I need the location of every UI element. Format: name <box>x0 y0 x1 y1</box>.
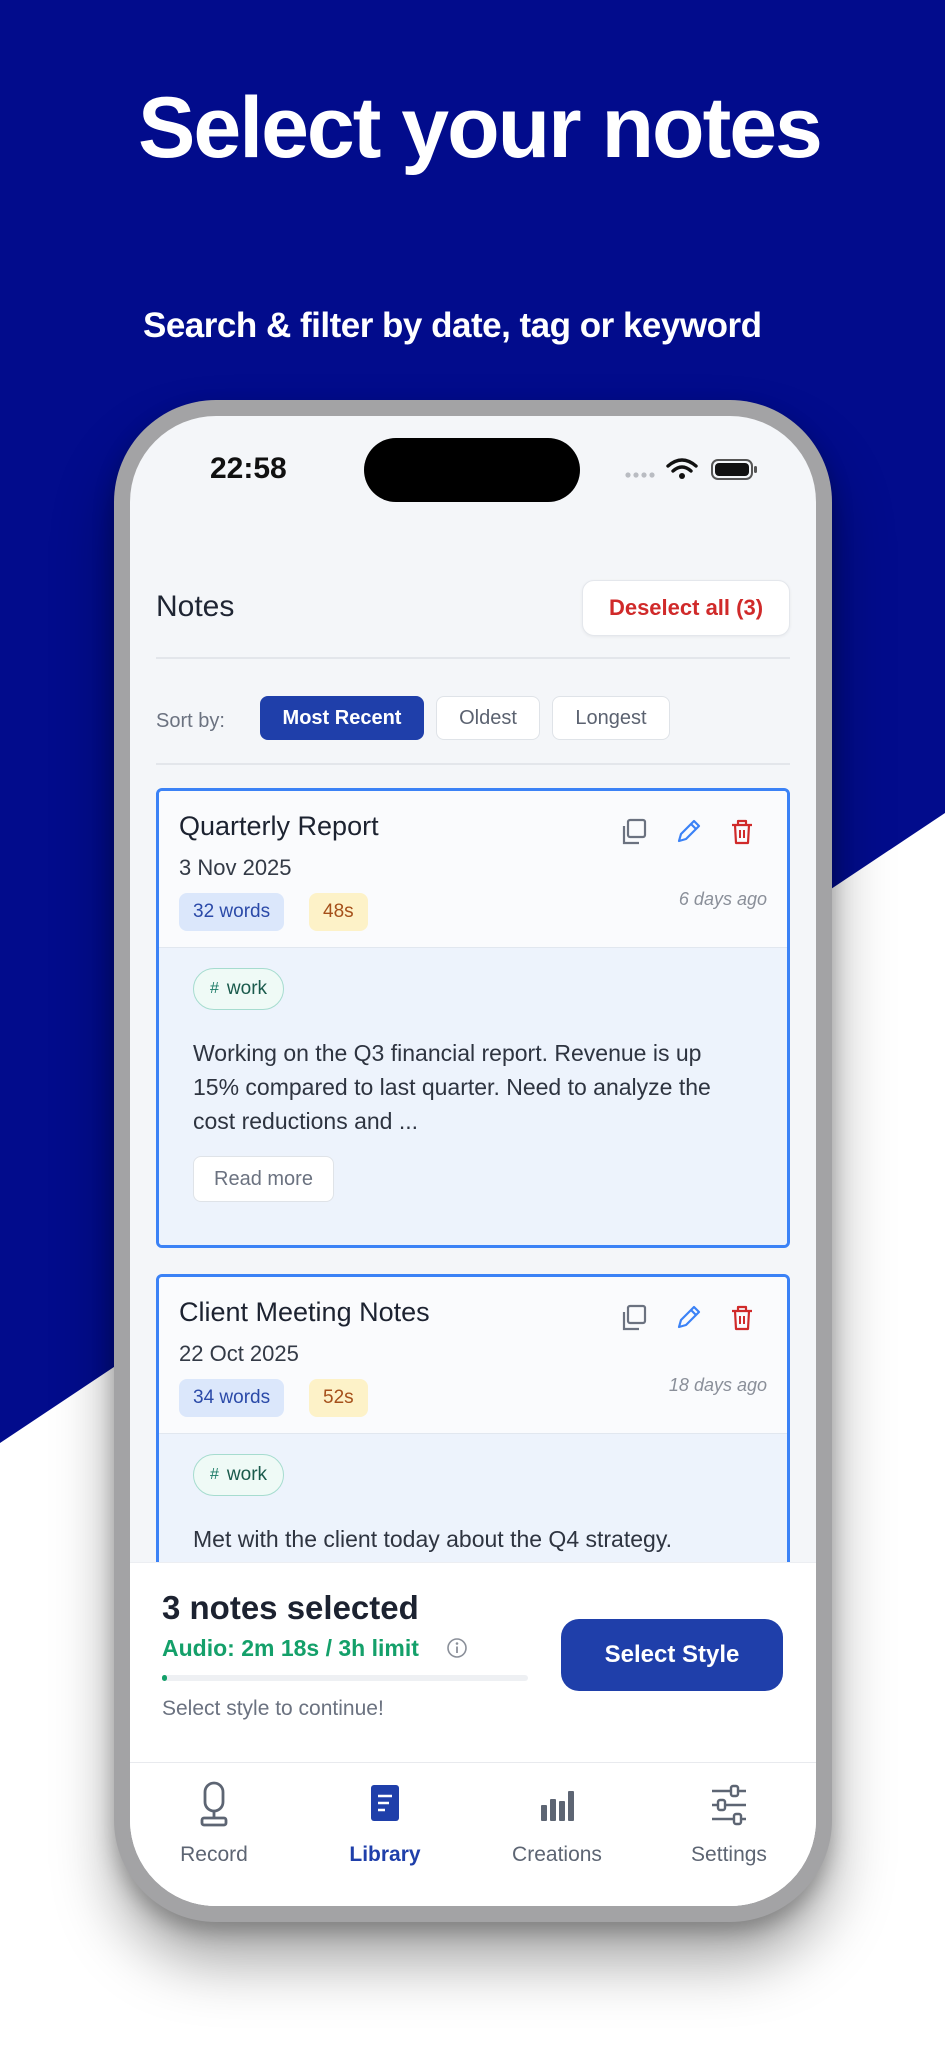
note-age: 18 days ago <box>668 1375 767 1395</box>
sliders-icon <box>712 1784 746 1826</box>
note-card-header: Quarterly Report 3 Nov 2025 32 words 48s… <box>159 791 787 947</box>
tab-label: Library <box>349 1843 421 1866</box>
bar-chart-icon <box>541 1791 574 1821</box>
sort-longest-chip[interactable]: Longest <box>552 696 670 740</box>
header-divider <box>156 657 790 659</box>
status-icons <box>625 458 757 480</box>
sort-oldest-chip[interactable]: Oldest <box>436 696 540 740</box>
tab-label: Record <box>180 1843 248 1866</box>
note-date: 3 Nov 2025 <box>179 855 292 880</box>
note-title: Quarterly Report <box>179 811 379 841</box>
tag-chip[interactable]: # work <box>193 968 285 1010</box>
phone-frame: 22:58 Notes Deselect all (3) Sort by: Mo… <box>114 400 832 1922</box>
info-icon[interactable] <box>446 1637 468 1659</box>
tag-chip[interactable]: # work <box>193 1454 285 1496</box>
note-title: Client Meeting Notes <box>179 1297 430 1327</box>
sort-label: Sort by: <box>156 710 225 732</box>
note-card-header: Client Meeting Notes 22 Oct 2025 34 word… <box>159 1277 787 1433</box>
audio-progress-fill <box>162 1675 167 1681</box>
duration-badge: 48s <box>309 893 368 931</box>
duration-badge: 52s <box>309 1379 368 1417</box>
deselect-all-button[interactable]: Deselect all (3) <box>582 580 790 636</box>
tag-label: work <box>226 1464 268 1485</box>
sort-most-recent-chip[interactable]: Most Recent <box>260 696 424 740</box>
tab-label: Creations <box>512 1843 602 1866</box>
page-title: Notes <box>156 590 235 623</box>
selected-count: 3 notes selected <box>162 1589 419 1626</box>
note-card[interactable]: Quarterly Report 3 Nov 2025 32 words 48s… <box>156 788 790 1248</box>
delete-icon[interactable] <box>727 817 757 847</box>
note-excerpt: Met with the client today about the Q4 s… <box>193 1526 673 1552</box>
note-date: 22 Oct 2025 <box>179 1341 299 1366</box>
continue-hint: Select style to continue! <box>162 1697 384 1720</box>
hash-icon: # <box>210 1466 219 1483</box>
tab-settings[interactable]: Settings <box>654 1775 804 1885</box>
signal-icon <box>625 472 655 478</box>
note-card-body: # work Working on the Q3 financial repor… <box>159 947 787 1245</box>
document-icon <box>371 1785 399 1821</box>
note-card-body: # work Met with the client today about t… <box>159 1433 787 1571</box>
battery-icon <box>711 459 757 480</box>
select-style-button[interactable]: Select Style <box>561 1619 783 1691</box>
delete-icon[interactable] <box>727 1303 757 1333</box>
tab-label: Settings <box>691 1843 767 1866</box>
tab-record[interactable]: Record <box>139 1775 289 1885</box>
edit-icon[interactable] <box>673 817 703 847</box>
word-count-badge: 34 words <box>179 1379 285 1417</box>
phone-screen: 22:58 Notes Deselect all (3) Sort by: Mo… <box>130 416 816 1906</box>
hero-subtitle: Search & filter by date, tag or keyword <box>143 306 762 345</box>
copy-icon[interactable] <box>619 817 649 847</box>
tag-label: work <box>226 978 268 999</box>
hash-icon: # <box>210 980 219 997</box>
wifi-icon <box>666 458 698 473</box>
note-excerpt: Working on the Q3 financial report. Reve… <box>193 1040 711 1134</box>
copy-icon[interactable] <box>619 1303 649 1333</box>
audio-progress-track <box>162 1675 528 1681</box>
sort-divider <box>156 763 790 765</box>
tab-creations[interactable]: Creations <box>482 1775 632 1885</box>
note-card[interactable]: Client Meeting Notes 22 Oct 2025 34 word… <box>156 1274 790 1574</box>
note-age: 6 days ago <box>678 889 767 909</box>
tab-bar: Record Library Creations Settings <box>130 1762 816 1906</box>
hero-title: Select your notes <box>138 80 823 176</box>
read-more-button[interactable]: Read more <box>193 1156 334 1202</box>
microphone-icon <box>200 1781 228 1827</box>
dynamic-island <box>364 438 580 502</box>
word-count-badge: 32 words <box>179 893 285 931</box>
status-time: 22:58 <box>210 452 287 485</box>
tab-library[interactable]: Library <box>310 1775 460 1885</box>
edit-icon[interactable] <box>673 1303 703 1333</box>
audio-usage: Audio: 2m 18s / 3h limit <box>162 1635 419 1661</box>
